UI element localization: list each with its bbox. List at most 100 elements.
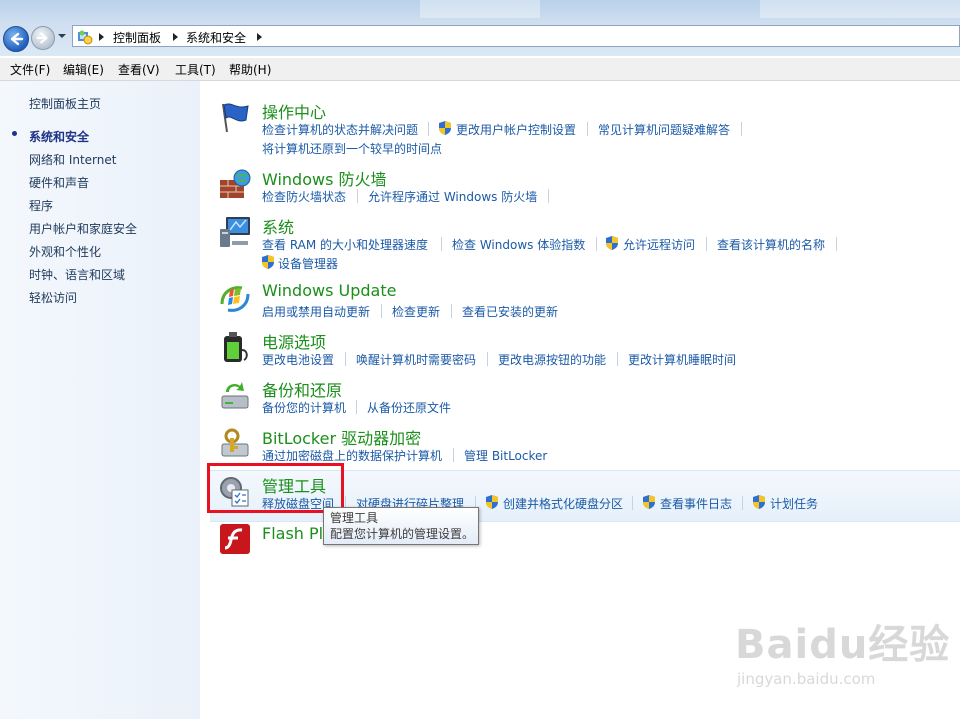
link-device-manager[interactable]: 设备管理器 — [278, 255, 338, 272]
breadcrumb-system-security[interactable]: 系统和安全 — [186, 29, 246, 46]
link-check-status[interactable]: 检查计算机的状态并解决问题 — [262, 121, 418, 138]
sidebar-item-user-accounts[interactable]: 用户帐户和家庭安全 — [29, 220, 137, 237]
link-allow-program[interactable]: 允许程序通过 Windows 防火墙 — [368, 188, 537, 205]
menu-tools[interactable]: 工具(T) — [175, 61, 216, 78]
firewall-icon — [220, 169, 251, 198]
sidebar-item-programs[interactable]: 程序 — [29, 197, 53, 214]
backup-icon — [221, 382, 249, 409]
annotation-highlight-box — [207, 463, 344, 513]
uac-shield-icon — [643, 495, 655, 509]
link-power-button[interactable]: 更改电源按钮的功能 — [498, 351, 606, 368]
link-auto-update[interactable]: 启用或禁用自动更新 — [262, 303, 370, 320]
flag-icon — [222, 103, 249, 133]
link-battery-settings[interactable]: 更改电池设置 — [262, 351, 334, 368]
link-change-uac[interactable]: 更改用户帐户控制设置 — [456, 121, 576, 138]
link-separator — [345, 352, 346, 366]
link-separator — [617, 352, 618, 366]
breadcrumb-control-panel[interactable]: 控制面板 — [113, 29, 161, 46]
watermark-brand: Baidu经验 — [735, 622, 951, 668]
link-separator — [596, 237, 597, 251]
windows-update-icon — [220, 286, 250, 312]
tooltip-title: 管理工具 — [330, 511, 379, 525]
link-restore-files[interactable]: 从备份还原文件 — [367, 399, 451, 416]
menu-view[interactable]: 查看(V) — [118, 61, 160, 78]
menu-bar: 文件(F) 编辑(E) 查看(V) 工具(T) 帮助(H) — [0, 58, 960, 81]
sidebar-item-clock-region[interactable]: 时钟、语言和区域 — [29, 266, 125, 283]
sidebar-current: 系统和安全 — [29, 130, 90, 144]
tooltip-description: 配置您计算机的管理设置。 — [330, 527, 475, 541]
sidebar-item-ease-of-access[interactable]: 轻松访问 — [29, 289, 77, 306]
category-title-backup[interactable]: 备份和还原 — [262, 377, 342, 401]
link-separator — [632, 496, 633, 510]
menu-edit[interactable]: 编辑(E) — [63, 61, 104, 78]
link-sleep-time[interactable]: 更改计算机睡眠时间 — [628, 351, 736, 368]
breadcrumb-separator[interactable] — [173, 33, 178, 41]
link-separator — [587, 122, 588, 136]
link-restore-point[interactable]: 将计算机还原到一个较早的时间点 — [262, 140, 442, 157]
control-panel-icon — [78, 30, 93, 45]
sidebar-item-network[interactable]: 网络和 Internet — [29, 151, 116, 168]
back-button[interactable] — [3, 26, 29, 52]
uac-shield-icon — [753, 495, 765, 509]
category-title-bitlocker[interactable]: BitLocker 驱动器加密 — [262, 425, 421, 449]
breadcrumb-separator[interactable] — [257, 33, 262, 41]
battery-icon — [224, 332, 248, 362]
link-separator — [487, 352, 488, 366]
link-event-logs[interactable]: 查看事件日志 — [660, 495, 732, 512]
link-schedule-tasks[interactable]: 计划任务 — [770, 495, 818, 512]
current-page-bullet — [12, 131, 17, 136]
link-check-firewall[interactable]: 检查防火墙状态 — [262, 188, 346, 205]
category-title-windows-update[interactable]: Windows Update — [262, 281, 396, 300]
link-separator — [453, 448, 454, 462]
link-troubleshoot[interactable]: 常见计算机问题疑难解答 — [598, 121, 730, 138]
breadcrumb-separator[interactable] — [99, 33, 104, 41]
link-separator — [441, 237, 442, 251]
category-title-power[interactable]: 电源选项 — [262, 329, 326, 353]
forward-arrow-icon — [36, 32, 48, 44]
link-installed-updates[interactable]: 查看已安装的更新 — [462, 303, 558, 320]
flash-icon — [220, 524, 250, 554]
link-separator — [548, 189, 549, 203]
baidu-watermark: Baidu经验 jingyan.baidu.com — [735, 612, 950, 688]
recent-pages-dropdown[interactable] — [58, 34, 66, 38]
sidebar-home-link[interactable]: 控制面板主页 — [29, 95, 101, 112]
link-manage-bitlocker[interactable]: 管理 BitLocker — [464, 447, 547, 464]
sidebar-item-hardware[interactable]: 硬件和声音 — [29, 174, 89, 191]
address-bar[interactable]: 控制面板 系统和安全 — [72, 25, 960, 47]
link-separator — [451, 304, 452, 318]
link-create-partitions[interactable]: 创建并格式化硬盘分区 — [503, 495, 623, 512]
link-separator — [836, 237, 837, 251]
tooltip: 管理工具 配置您计算机的管理设置。 — [323, 507, 479, 545]
link-view-ram[interactable]: 查看 RAM 的大小和处理器速度 — [262, 236, 428, 253]
menu-file[interactable]: 文件(F) — [10, 61, 50, 78]
link-experience-index[interactable]: 检查 Windows 体验指数 — [452, 236, 585, 253]
sidebar-item-appearance[interactable]: 外观和个性化 — [29, 243, 101, 260]
link-separator — [741, 122, 742, 136]
link-separator — [706, 237, 707, 251]
category-title-action-center[interactable]: 操作中心 — [262, 99, 326, 123]
link-separator — [381, 304, 382, 318]
computer-icon — [220, 217, 250, 247]
link-separator — [742, 496, 743, 510]
titlebar-blur — [760, 0, 960, 18]
category-title-firewall[interactable]: Windows 防火墙 — [262, 166, 387, 190]
uac-shield-icon — [262, 255, 274, 269]
link-separator — [357, 189, 358, 203]
menu-help[interactable]: 帮助(H) — [229, 61, 271, 78]
category-title-system[interactable]: 系统 — [262, 214, 294, 238]
link-wake-password[interactable]: 唤醒计算机时需要密码 — [356, 351, 476, 368]
link-separator — [428, 122, 429, 136]
forward-button[interactable] — [31, 26, 55, 50]
uac-shield-icon — [439, 121, 451, 135]
uac-shield-icon — [606, 236, 618, 250]
link-computer-name[interactable]: 查看该计算机的名称 — [717, 236, 825, 253]
link-check-updates[interactable]: 检查更新 — [392, 303, 440, 320]
titlebar-blur — [420, 0, 540, 18]
link-separator — [356, 400, 357, 414]
link-backup-computer[interactable]: 备份您的计算机 — [262, 399, 346, 416]
window-titlebar: 控制面板 系统和安全 — [0, 0, 960, 56]
link-protect-encrypt[interactable]: 通过加密磁盘上的数据保护计算机 — [262, 447, 442, 464]
uac-shield-icon — [486, 495, 498, 509]
bitlocker-icon — [221, 428, 249, 457]
link-remote-access[interactable]: 允许远程访问 — [623, 236, 695, 253]
